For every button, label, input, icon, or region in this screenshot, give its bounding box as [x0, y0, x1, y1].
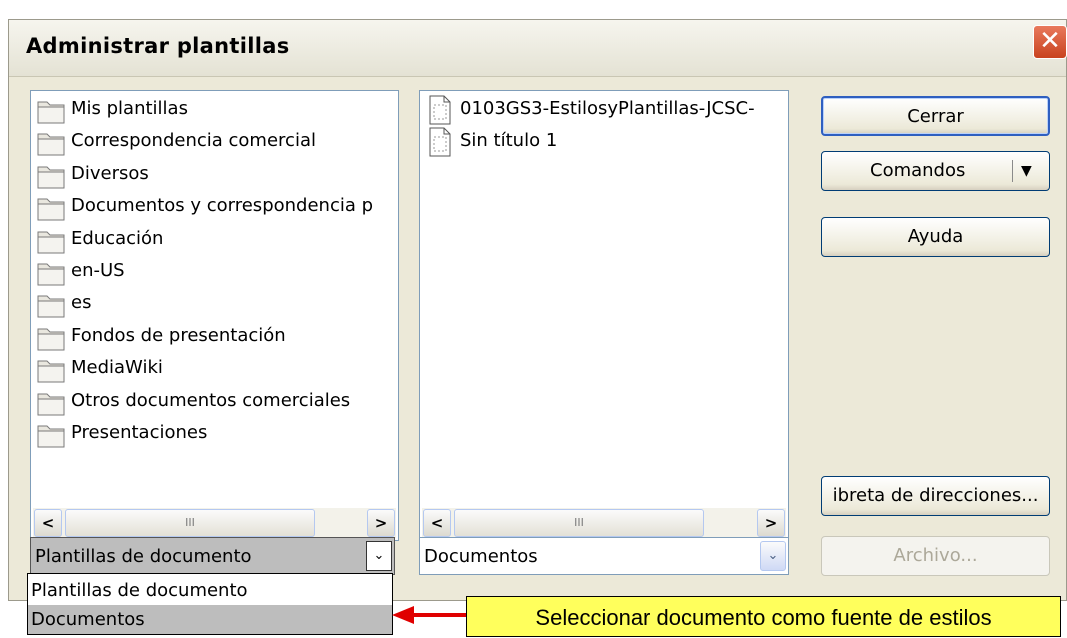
- dropdown-option-documents[interactable]: Documentos: [28, 605, 392, 634]
- template-label: Sin título 1: [460, 130, 558, 152]
- template-label: 0103GS3-EstilosyPlantillas-JCSC-: [460, 98, 755, 119]
- templates-hscrollbar[interactable]: < III >: [422, 508, 786, 538]
- commands-label: Comandos: [870, 160, 966, 181]
- folder-icon: [37, 263, 65, 286]
- scroll-thumb[interactable]: III: [454, 509, 704, 537]
- category-label: MediaWiki: [71, 357, 163, 379]
- categories-hscrollbar[interactable]: < III >: [33, 508, 396, 538]
- category-label: Diversos: [71, 162, 149, 184]
- document-icon: [429, 95, 451, 125]
- close-icon[interactable]: ✕: [1033, 25, 1067, 59]
- folder-icon: [37, 231, 65, 254]
- scroll-left-button[interactable]: <: [34, 509, 62, 537]
- scroll-right-button[interactable]: >: [757, 509, 785, 537]
- chevron-down-icon[interactable]: ⌄: [366, 541, 392, 571]
- category-label: Otros documentos comerciales: [71, 389, 351, 411]
- category-label: Mis plantillas: [71, 98, 188, 119]
- title-bar[interactable]: Administrar plantillas ✕: [9, 20, 1067, 77]
- address-book-button[interactable]: ibreta de direcciones...: [821, 476, 1050, 516]
- manage-templates-dialog: Administrar plantillas ✕ Mis plantillas C…: [8, 19, 1067, 601]
- folder-icon: [37, 360, 65, 383]
- folder-icon: [37, 295, 65, 318]
- document-type-select[interactable]: Documentos ⌄: [419, 537, 789, 575]
- commands-button[interactable]: Comandos ▼: [821, 151, 1050, 191]
- category-label: Documentos y correspondencia p: [71, 195, 374, 217]
- scroll-right-button[interactable]: >: [367, 509, 395, 537]
- document-type-value: Documentos: [424, 546, 538, 567]
- chevron-down-icon[interactable]: ▼: [1021, 152, 1032, 190]
- callout-arrow-icon: [392, 606, 468, 624]
- category-label: Fondos de presentación: [71, 324, 286, 346]
- file-button[interactable]: Archivo...: [821, 536, 1050, 576]
- category-type-value: Plantillas de documento: [35, 546, 252, 567]
- category-type-dropdown[interactable]: Plantillas de documento Documentos: [27, 573, 393, 635]
- categories-listbox[interactable]: Mis plantillas Correspondencia comercial D…: [30, 90, 399, 541]
- category-label: es: [71, 292, 92, 314]
- folder-icon: [37, 101, 65, 124]
- folder-icon: [37, 133, 65, 156]
- category-label: Correspondencia comercial: [71, 130, 316, 152]
- folder-icon: [37, 198, 65, 221]
- folder-icon: [37, 425, 65, 448]
- commands-separator: [1012, 160, 1013, 182]
- close-button[interactable]: Cerrar: [821, 96, 1050, 136]
- folder-icon: [37, 393, 65, 416]
- document-icon: [429, 127, 451, 157]
- instruction-callout: Seleccionar documento como fuente de est…: [466, 596, 1061, 637]
- dialog-title: Administrar plantillas: [26, 34, 290, 58]
- category-label: en-US: [71, 260, 125, 281]
- folder-icon: [37, 166, 65, 189]
- dropdown-option-document-templates[interactable]: Plantillas de documento: [28, 576, 392, 605]
- folder-icon: [37, 328, 65, 351]
- templates-listbox[interactable]: 0103GS3-EstilosyPlantillas-JCSC- Sin títu…: [419, 90, 789, 541]
- category-type-select[interactable]: Plantillas de documento ⌄: [30, 537, 395, 575]
- help-button[interactable]: Ayuda: [821, 217, 1050, 257]
- category-label: Educación: [71, 227, 164, 249]
- scroll-left-button[interactable]: <: [423, 509, 451, 537]
- chevron-down-icon[interactable]: ⌄: [760, 541, 786, 571]
- category-label: Presentaciones: [71, 422, 208, 443]
- scroll-thumb[interactable]: III: [65, 509, 315, 537]
